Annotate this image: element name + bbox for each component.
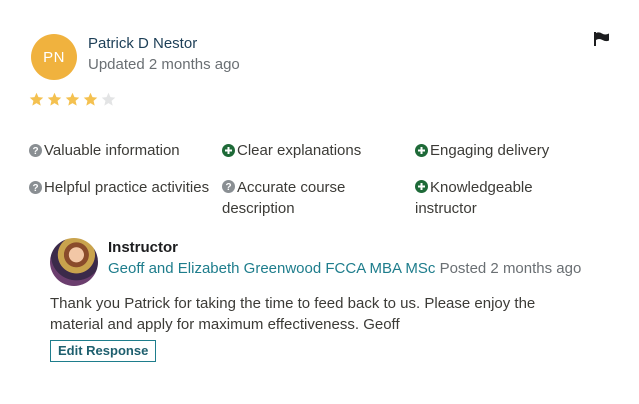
updated-timestamp: Updated 2 months ago: [88, 56, 240, 73]
attribute-engaging-delivery: Engaging delivery: [415, 140, 605, 161]
question-circle-icon: ?: [29, 181, 42, 194]
attribute-valuable-information: ? Valuable information: [29, 140, 219, 161]
star-filled-icon: [47, 92, 62, 106]
instructor-name-row: Geoff and Elizabeth Greenwood FCCA MBA M…: [108, 260, 581, 277]
plus-circle-icon: [415, 144, 428, 157]
attribute-accurate-course-description: ? Accurate course description: [222, 177, 367, 219]
instructor-label: Instructor: [108, 239, 179, 256]
question-circle-icon: ?: [29, 144, 42, 157]
attribute-helpful-practice-activities: ? Helpful practice activities: [29, 177, 223, 198]
review-card: PN Patrick D Nestor Updated 2 months ago…: [0, 0, 639, 404]
svg-text:?: ?: [225, 182, 231, 193]
plus-circle-icon: [222, 144, 235, 157]
reviewer-avatar: PN: [31, 34, 77, 80]
attribute-label: Helpful practice activities: [44, 179, 210, 196]
attribute-label: Knowledgeable instructor: [415, 179, 533, 217]
star-filled-icon: [29, 92, 44, 106]
star-rating: [29, 92, 116, 107]
svg-text:?: ?: [32, 146, 38, 157]
posted-timestamp: Posted 2 months ago: [439, 260, 582, 277]
attribute-knowledgeable-instructor: Knowledgeable instructor: [415, 177, 555, 219]
attribute-label: Clear explanations: [237, 142, 362, 159]
question-circle-icon: ?: [222, 180, 235, 193]
attribute-label: Engaging delivery: [430, 142, 550, 159]
instructor-name-link[interactable]: Geoff and Elizabeth Greenwood FCCA MBA M…: [108, 260, 440, 277]
reviewer-name: Patrick D Nestor: [88, 35, 198, 52]
svg-text:?: ?: [32, 183, 38, 194]
attribute-label: Valuable information: [44, 142, 180, 159]
attribute-clear-explanations: Clear explanations: [222, 140, 412, 161]
star-filled-icon: [65, 92, 80, 106]
star-empty-icon: [101, 92, 116, 106]
response-text: Thank you Patrick for taking the time to…: [50, 295, 536, 333]
plus-circle-icon: [415, 180, 428, 193]
attribute-label: Accurate course description: [222, 179, 346, 217]
flag-icon[interactable]: [594, 32, 610, 46]
instructor-avatar: [50, 238, 98, 286]
edit-response-button[interactable]: Edit Response: [50, 340, 157, 362]
star-filled-icon: [83, 92, 98, 106]
